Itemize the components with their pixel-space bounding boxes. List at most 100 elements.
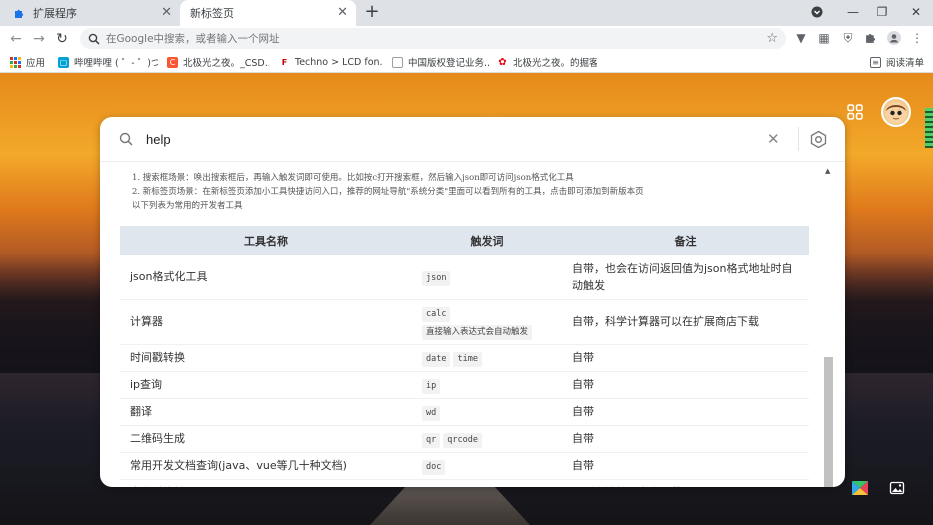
tab-extensions[interactable]: 扩展程序 ✕ [4,0,180,26]
reading-list-label: 阅读清单 [886,58,925,69]
scrollbar[interactable]: ▲ [824,161,834,487]
trigger-code: diff [422,486,451,487]
tool-name: 计算器 [120,299,412,345]
table-row[interactable]: 常用开发文档查询(java、vue等几十种文档) doc 自带 [120,452,809,480]
bookmark-csdn[interactable]: C 北极光之夜。_CSD... [167,54,269,70]
tab-label: 新标签页 [190,7,234,20]
search-bar: ✕ [100,117,845,162]
hint-line: 以下列表为常用的开发者工具 [132,201,243,211]
bookmark-label: 应用 [26,58,46,69]
tool-name: ip查询 [120,371,412,399]
trigger-code: calc [422,306,451,322]
bookmark-techno[interactable]: F Techno > LCD fon... [279,54,383,70]
trigger-code: ip [422,378,441,394]
search-input[interactable] [146,129,746,149]
tab-strip: 扩展程序 ✕ 新标签页 ✕ + — ❐ ✕ [0,0,933,26]
theme-app-icon[interactable] [848,476,872,500]
search-icon [88,33,100,45]
bookmark-star-icon[interactable]: ☆ [766,31,778,46]
extension-shield-icon[interactable]: ⛨ [839,29,857,47]
tools-table: 工具名称 触发词 备注 json格式化工具 json 自带，也会在访问返回值为j… [120,226,809,487]
tool-note: 自带 [562,371,809,399]
table-row[interactable]: 计算器 calc 直接输入表达式会自动触发 自带，科学计算器可以在扩展商店下载 [120,299,809,345]
bookmark-copyright[interactable]: 中国版权登记业务... [392,54,490,70]
tool-note: 需到在线扩展商店下载 [562,479,809,487]
tool-triggers: qr qrcode [412,425,562,453]
apps-launcher-icon[interactable] [846,103,864,121]
restore-button[interactable]: ❐ [868,0,896,24]
tool-name: 二维码生成 [120,425,412,453]
avatar[interactable] [881,97,911,127]
extensions-puzzle-icon[interactable] [862,29,880,47]
bookmark-juejin[interactable]: ✿ 北极光之夜。的掘客 [497,54,597,70]
apps-grid-icon [10,56,21,68]
column-header: 触发词 [412,226,562,255]
tool-name: json格式化工具 [120,255,412,300]
bookmarks-bar: 应用 ▢ 哔哩哔哩 ( ゜- ゜)つ... C 北极光之夜。_CSD... F … [0,51,933,73]
bookmark-label: 哔哩哔哩 ( ゜- ゜)つ... [74,58,158,69]
trigger-code: 直接输入表达式会自动触发 [422,324,533,340]
new-tab-button[interactable]: + [362,2,382,22]
bookmark-label: 北极光之夜。的掘客 [513,58,597,69]
scroll-up-arrow-icon[interactable]: ▲ [825,167,830,175]
extension-grid-icon[interactable]: ▦ [815,29,833,47]
tool-note: 自带 [562,452,809,480]
bookmark-bilibili[interactable]: ▢ 哔哩哔哩 ( ゜- ゜)つ... [58,54,158,70]
menu-icon[interactable]: ⋮ [908,29,926,47]
divider [798,127,799,151]
table-row[interactable]: 二维码生成 qr qrcode 自带 [120,425,809,453]
address-input[interactable] [106,32,726,45]
csdn-icon: C [167,56,178,68]
trigger-code: date [422,351,451,367]
toolbar: ← → ↻ ☆ ▼ ▦ ⛨ ⋮ [0,26,933,51]
font-icon: F [279,56,290,68]
status-indicator [925,108,933,148]
tool-note: 自带 [562,344,809,372]
tool-triggers: diff [412,479,562,487]
table-row[interactable]: 翻译 wd 自带 [120,398,809,426]
tab-label: 扩展程序 [33,7,77,20]
tool-triggers: wd [412,398,562,426]
reading-list-button[interactable]: ≡ 阅读清单 [870,54,924,70]
table-row[interactable]: json格式化工具 json 自带，也会在访问返回值为json格式地址时自动触发 [120,255,809,300]
tool-triggers: calc 直接输入表达式会自动触发 [412,299,562,345]
tab-new-tab[interactable]: 新标签页 ✕ [180,0,356,26]
tool-name: 常用开发文档查询(java、vue等几十种文档) [120,452,412,480]
close-tab-icon[interactable]: ✕ [161,6,172,20]
document-icon [392,56,403,68]
trigger-code: wd [422,405,441,421]
bookmark-label: 中国版权登记业务... [408,58,490,69]
scrollbar-thumb[interactable] [824,357,833,487]
tool-triggers: ip [412,371,562,399]
trigger-code: json [422,270,451,286]
reload-button[interactable]: ↻ [52,29,72,49]
close-tab-icon[interactable]: ✕ [337,6,348,20]
extension-v-icon[interactable]: ▼ [792,29,810,47]
puzzle-icon [14,8,25,19]
tool-triggers: date time [412,344,562,372]
table-row[interactable]: 时间戳转换 date time 自带 [120,344,809,372]
hint-line: 1. 搜索框场景：唤出搜索框后，再输入触发词即可使用。比如按c打开搜索框，然后输… [132,173,574,183]
column-header: 备注 [562,226,809,255]
address-bar[interactable]: ☆ [80,28,786,49]
trigger-code: time [453,351,482,367]
help-content: 1. 搜索框场景：唤出搜索框后，再输入触发词即可使用。比如按c打开搜索框，然后输… [100,161,845,487]
trigger-code: doc [422,459,446,475]
back-button[interactable]: ← [6,29,26,49]
trigger-code: qrcode [443,432,482,448]
minimize-button[interactable]: — [839,0,867,24]
profile-icon[interactable] [885,29,903,47]
search-panel: ✕ 1. 搜索框场景：唤出搜索框后，再输入触发词即可使用。比如按c打开搜索框，然… [100,117,845,487]
gear-icon[interactable] [809,130,828,152]
hint-line: 2. 新标签页场景：在新标签页添加小工具快捷访问入口，推荐的网址导航"系统分类"… [132,187,644,197]
close-window-button[interactable]: ✕ [902,0,930,24]
forward-button[interactable]: → [29,29,49,49]
tool-note: 自带 [562,398,809,426]
table-row[interactable]: 文件对比转工具 diff 需到在线扩展商店下载 [120,479,809,487]
wallpaper-image-icon[interactable] [885,476,909,500]
bookmark-apps[interactable]: 应用 [10,54,45,70]
tab-search-icon[interactable] [803,0,831,24]
tool-triggers: doc [412,452,562,480]
table-row[interactable]: ip查询 ip 自带 [120,371,809,399]
clear-search-icon[interactable]: ✕ [767,130,780,148]
